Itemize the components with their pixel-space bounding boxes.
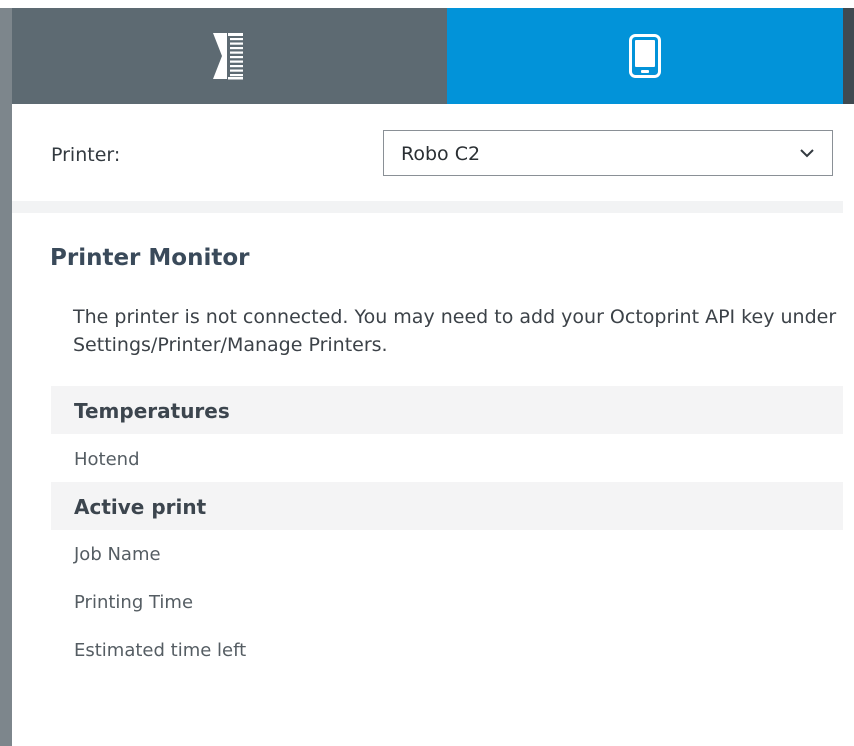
tab-prepare[interactable] — [12, 8, 447, 104]
printer-monitor-panel: Printer Monitor The printer is not conne… — [12, 213, 843, 746]
active-print-header-label: Active print — [74, 495, 207, 519]
right-border — [843, 8, 854, 104]
temperatures-header: Temperatures — [51, 386, 843, 434]
printer-label: Printer: — [51, 144, 121, 166]
active-print-header: Active print — [51, 482, 843, 530]
layer-slicer-icon — [212, 33, 243, 80]
printing-time-label: Printing Time — [74, 592, 194, 613]
connection-notice: The printer is not connected. You may ne… — [73, 306, 837, 356]
estimated-time-left-label: Estimated time left — [74, 640, 247, 661]
tablet-device-icon — [629, 34, 661, 78]
left-border — [0, 8, 12, 746]
hotend-label: Hotend — [74, 449, 140, 470]
temperatures-header-label: Temperatures — [74, 399, 230, 423]
printer-dropdown[interactable]: Robo C2 — [383, 130, 833, 176]
printer-sidebar: Printer: Robo C2 Printer Monitor The pri… — [0, 0, 854, 746]
tab-monitor[interactable] — [447, 8, 843, 104]
job-name-label: Job Name — [74, 544, 161, 565]
panel-title: Printer Monitor — [50, 245, 250, 271]
printer-selection-row: Printer: Robo C2 — [12, 104, 843, 201]
chevron-down-icon — [800, 149, 814, 158]
printer-dropdown-value: Robo C2 — [401, 143, 481, 165]
right-border-lower — [843, 104, 854, 746]
top-strip — [0, 0, 854, 8]
section-divider — [12, 201, 843, 213]
